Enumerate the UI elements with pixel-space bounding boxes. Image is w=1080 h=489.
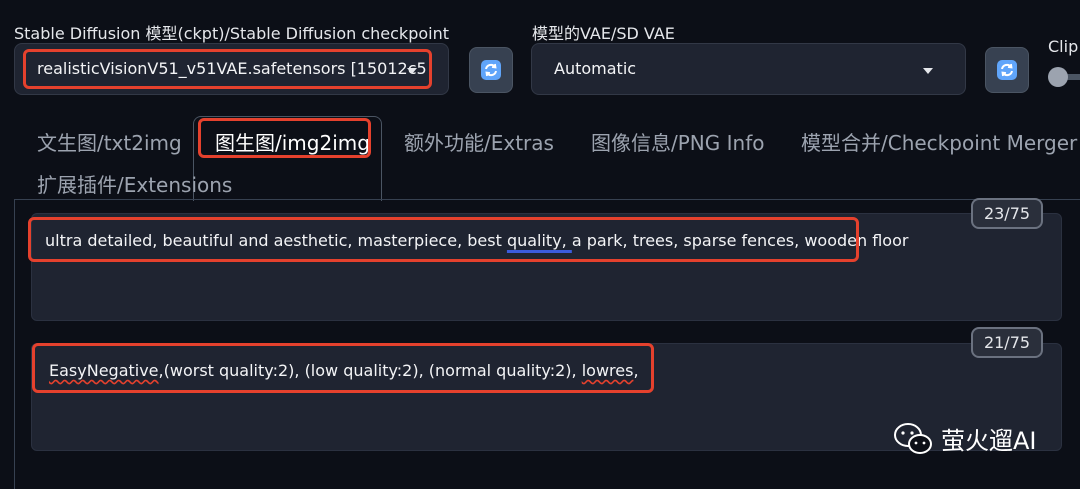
negative-prompt-highlight bbox=[32, 343, 654, 393]
refresh-icon bbox=[481, 60, 501, 80]
positive-token-counter: 23/75 bbox=[971, 198, 1043, 229]
watermark: 萤火遛AI bbox=[893, 421, 1037, 456]
vae-value: Automatic bbox=[554, 59, 637, 78]
vae-select[interactable]: Automatic bbox=[531, 43, 966, 95]
checkpoint-label: Stable Diffusion 模型(ckpt)/Stable Diffusi… bbox=[14, 24, 450, 43]
chevron-down-icon bbox=[923, 68, 933, 74]
positive-prompt-highlight bbox=[28, 217, 859, 262]
wechat-icon bbox=[894, 422, 932, 454]
tab-txt2img[interactable]: 文生图/txt2img bbox=[37, 127, 182, 156]
watermark-text: 萤火遛AI bbox=[941, 427, 1037, 455]
clip-label: Clip bbox=[1048, 37, 1079, 56]
refresh-icon bbox=[997, 60, 1017, 80]
checkpoint-refresh-button[interactable] bbox=[469, 47, 513, 93]
tab-checkpoint-merger[interactable]: 模型合并/Checkpoint Merger bbox=[801, 127, 1077, 156]
negative-token-counter: 21/75 bbox=[971, 327, 1043, 358]
clip-slider-handle[interactable] bbox=[1048, 67, 1068, 87]
vae-label: 模型的VAE/SD VAE bbox=[532, 24, 675, 43]
checkpoint-highlight bbox=[23, 49, 432, 89]
img2img-highlight bbox=[198, 118, 371, 158]
tab-extensions[interactable]: 扩展插件/Extensions bbox=[37, 169, 232, 198]
tab-png-info[interactable]: 图像信息/PNG Info bbox=[591, 127, 764, 156]
tab-extras[interactable]: 额外功能/Extras bbox=[404, 127, 554, 156]
vae-refresh-button[interactable] bbox=[985, 47, 1029, 93]
